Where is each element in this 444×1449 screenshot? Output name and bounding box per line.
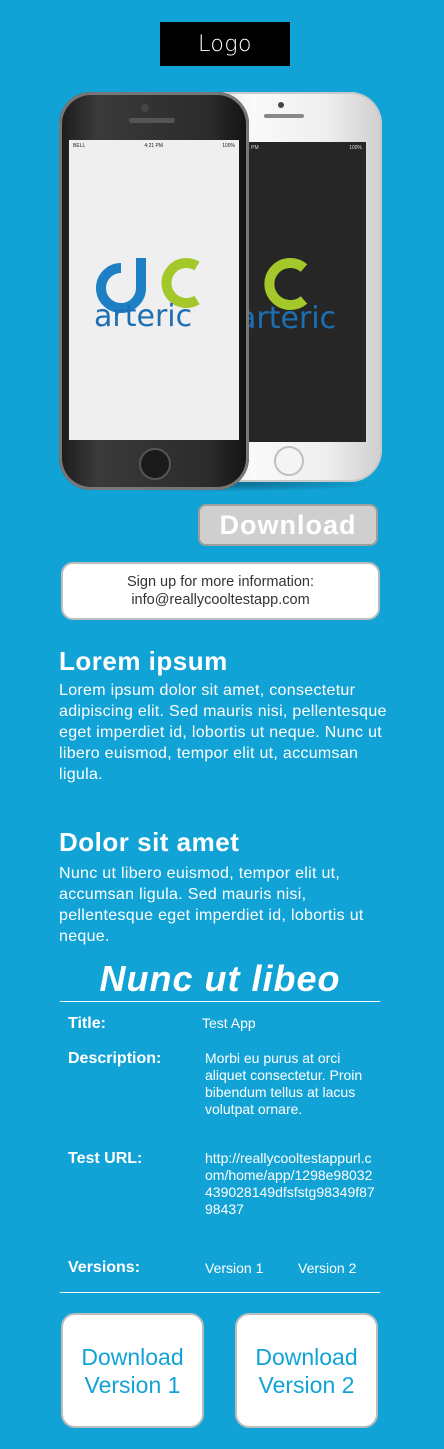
status-battery: 100% [349, 145, 362, 151]
phone-screen-light: BELL 4:21 PM 100% arteric [69, 140, 239, 440]
signup-box[interactable]: Sign up for more information: info@reall… [61, 562, 380, 620]
home-button [274, 446, 304, 476]
app-logo-name-light: arteric [94, 299, 192, 328]
button-line: Version 2 [258, 1371, 355, 1398]
section-title: Dolor sit amet [59, 827, 240, 857]
description-value: Morbi eu purus at orci aliquet consectet… [205, 1050, 363, 1117]
status-time: 4:21 PM [144, 143, 164, 149]
phone-status-bar: 4:21 PM 100% [236, 142, 366, 154]
divider [60, 1292, 380, 1293]
version-1-value: Version 1 [205, 1260, 264, 1276]
version-2-value: Version 2 [298, 1260, 357, 1276]
download-button[interactable]: Download [198, 504, 378, 546]
download-version-2-button[interactable]: Download Version 2 [235, 1313, 378, 1428]
signup-email[interactable]: info@reallycooltestapp.com [131, 591, 309, 609]
download-version-1-button[interactable]: Download Version 1 [61, 1313, 204, 1428]
home-button [139, 448, 171, 480]
description-label: Description: [68, 1050, 162, 1067]
divider [60, 1001, 380, 1002]
section-title: Lorem ipsum [59, 646, 228, 676]
title-value: Test App [202, 1015, 256, 1031]
section-body: Lorem ipsum dolor sit amet, consectetur … [59, 682, 387, 783]
phone-speaker [129, 118, 175, 123]
section-lorem-ipsum: Lorem ipsum Lorem ipsum dolor sit amet, … [59, 646, 389, 785]
phone-black: BELL 4:21 PM 100% arteric [59, 92, 249, 490]
phone-camera [141, 104, 149, 112]
app-logo-name-dark: arteric [238, 301, 336, 330]
title-label: Title: [68, 1015, 106, 1032]
app-logo-light: arteric [94, 258, 200, 328]
url-value[interactable]: http://reallycooltestappurl.com/home/app… [205, 1150, 377, 1218]
phone-status-bar: BELL 4:21 PM 100% [69, 140, 239, 152]
app-logo-dark: arteric [236, 258, 336, 330]
section-dolor-sit-amet: Dolor sit amet Nunc ut libero euismod, t… [59, 827, 389, 947]
logo[interactable]: Logo [160, 22, 290, 66]
button-line: Version 1 [84, 1371, 181, 1398]
phone-speaker [264, 114, 304, 118]
status-carrier: BELL [73, 143, 86, 149]
button-line: Download [255, 1343, 358, 1370]
phone-camera [278, 102, 284, 108]
url-label: Test URL: [68, 1150, 143, 1167]
phone-screen-dark: 4:21 PM 100% arteric [236, 142, 366, 442]
versions-label: Versions: [68, 1259, 141, 1276]
section-body: Nunc ut libero euismod, tempor elit ut, … [59, 865, 364, 945]
status-battery: 100% [222, 143, 235, 149]
signup-text: Sign up for more information: [127, 574, 314, 590]
details-heading: Nunc ut libeo [99, 958, 341, 999]
button-line: Download [81, 1343, 184, 1370]
